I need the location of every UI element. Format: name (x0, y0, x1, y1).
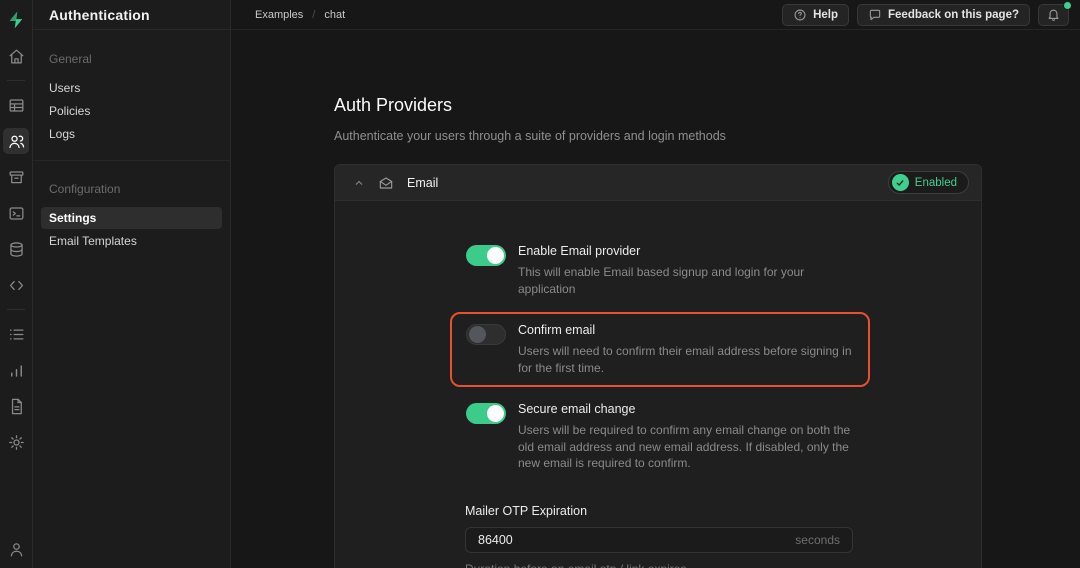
enable-email-provider-row: Enable Email provider This will enable E… (450, 233, 870, 308)
toggle-knob (487, 247, 504, 264)
table-editor-icon[interactable] (3, 92, 29, 118)
sidebar-item-logs[interactable]: Logs (41, 123, 222, 145)
provider-name: Email (407, 176, 438, 190)
enable-email-provider-label: Enable Email provider (518, 244, 854, 258)
mail-open-icon (378, 175, 394, 191)
sidebar-divider (33, 160, 230, 161)
mailer-otp-expiration-label: Mailer OTP Expiration (465, 504, 853, 518)
icon-rail (0, 0, 33, 568)
breadcrumb-project[interactable]: Examples (255, 9, 303, 21)
topbar: Examples / chat Help (231, 0, 1080, 30)
help-label: Help (813, 9, 838, 21)
sidebar: Authentication General Users Policies Lo… (33, 0, 231, 568)
enable-email-provider-toggle[interactable] (466, 245, 506, 266)
sql-editor-icon[interactable] (3, 200, 29, 226)
supabase-logo[interactable] (6, 5, 26, 35)
sidebar-item-users[interactable]: Users (41, 77, 222, 99)
content: Auth Providers Authenticate your users t… (231, 30, 1080, 568)
mailer-otp-expiration-field: Mailer OTP Expiration 86400 seconds Dura… (465, 504, 853, 568)
docs-file-icon[interactable] (3, 393, 29, 419)
notifications-button[interactable] (1038, 4, 1069, 26)
feedback-button[interactable]: Feedback on this page? (857, 4, 1030, 26)
check-circle-icon (892, 174, 909, 191)
account-user-icon[interactable] (3, 536, 29, 562)
toggle-text: Secure email change Users will be requir… (518, 402, 854, 472)
api-code-icon[interactable] (3, 272, 29, 298)
secure-email-change-toggle[interactable] (466, 403, 506, 424)
page-title: Authentication (33, 0, 230, 30)
auth-providers-subtitle: Authenticate your users through a suite … (334, 129, 1080, 143)
home-icon[interactable] (3, 43, 29, 69)
storage-icon[interactable] (3, 164, 29, 190)
email-provider-header[interactable]: Email Enabled (335, 165, 981, 201)
bell-icon (1046, 7, 1061, 22)
authentication-icon[interactable] (3, 128, 29, 154)
app-window: Authentication General Users Policies Lo… (0, 0, 1080, 568)
mailer-otp-expiration-value: 86400 (478, 533, 513, 547)
notification-badge-dot (1063, 1, 1072, 10)
reports-chart-icon[interactable] (3, 357, 29, 383)
main-area: Examples / chat Help (231, 0, 1080, 568)
sidebar-item-settings[interactable]: Settings (41, 207, 222, 229)
help-icon (793, 8, 807, 22)
mailer-otp-expiration-input[interactable]: 86400 seconds (465, 527, 853, 553)
help-button[interactable]: Help (782, 4, 849, 26)
breadcrumb-current[interactable]: chat (324, 9, 345, 21)
confirm-email-label: Confirm email (518, 323, 854, 337)
enabled-status-badge: Enabled (888, 171, 969, 194)
sidebar-nav: General Users Policies Logs Configuratio… (33, 30, 230, 253)
toggle-text: Enable Email provider This will enable E… (518, 244, 854, 297)
sidebar-item-email-templates[interactable]: Email Templates (41, 230, 222, 252)
enabled-status-label: Enabled (915, 177, 957, 189)
secure-email-change-description: Users will be required to confirm any em… (518, 422, 854, 472)
rail-divider (7, 80, 25, 81)
section-label-general: General (41, 52, 222, 66)
email-provider-card: Email Enabled Enable Email provider This (334, 164, 982, 568)
auth-providers-heading: Auth Providers (334, 95, 1080, 116)
breadcrumb: Examples / chat (255, 9, 345, 21)
enable-email-provider-description: This will enable Email based signup and … (518, 264, 854, 297)
chevron-up-icon (353, 177, 365, 189)
mailer-otp-expiration-helper: Duration before an email otp / link expi… (465, 562, 853, 568)
section-label-configuration: Configuration (41, 182, 222, 196)
database-icon[interactable] (3, 236, 29, 262)
toggle-knob (469, 326, 486, 343)
settings-gear-icon[interactable] (3, 429, 29, 455)
confirm-email-description: Users will need to confirm their email a… (518, 343, 854, 376)
confirm-email-toggle[interactable] (466, 324, 506, 345)
secure-email-change-row: Secure email change Users will be requir… (450, 391, 870, 483)
rail-divider (7, 309, 25, 310)
email-provider-body: Enable Email provider This will enable E… (335, 201, 981, 568)
logs-list-icon[interactable] (3, 321, 29, 347)
mailer-otp-expiration-suffix: seconds (795, 533, 840, 547)
toggle-text: Confirm email Users will need to confirm… (518, 323, 854, 376)
feedback-label: Feedback on this page? (888, 9, 1019, 21)
breadcrumb-separator: / (312, 9, 315, 21)
sidebar-item-policies[interactable]: Policies (41, 100, 222, 122)
topbar-actions: Help Feedback on this page? (782, 4, 1069, 26)
feedback-bubble-icon (868, 8, 882, 22)
confirm-email-row-highlighted: Confirm email Users will need to confirm… (450, 312, 870, 387)
secure-email-change-label: Secure email change (518, 402, 854, 416)
toggle-knob (487, 405, 504, 422)
